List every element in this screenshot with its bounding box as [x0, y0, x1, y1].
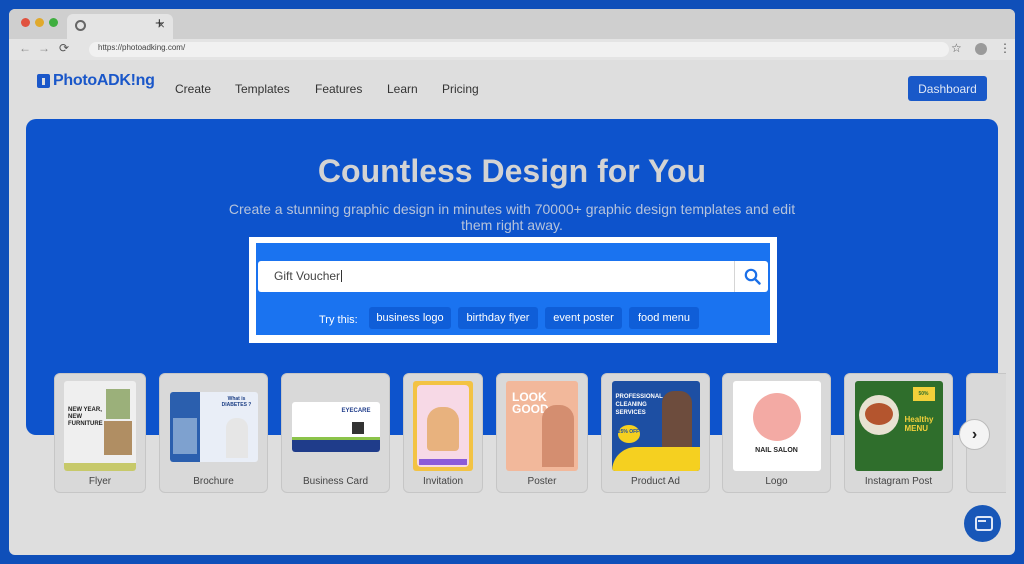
category-label-flyer: Flyer: [88, 476, 112, 487]
category-card-invitation[interactable]: Invitation: [403, 373, 483, 493]
carousel-next-arrow-icon[interactable]: ›: [959, 419, 990, 450]
search-highlight-frame: Gift Voucher Try this: business logo bir…: [249, 237, 777, 343]
category-label-brochure: Brochure: [193, 476, 234, 487]
invitation-thumbnail: [413, 381, 473, 471]
category-card-brochure[interactable]: What is DIABETES ? Brochure: [159, 373, 268, 493]
category-card-business-card[interactable]: EYECARE Business Card: [281, 373, 390, 493]
url-text: https://photoadking.com/: [98, 43, 186, 52]
text-caret: [341, 270, 343, 282]
product-ad-thumb-text: PROFESSIONAL CLEANING SERVICES: [615, 394, 663, 416]
address-bar[interactable]: https://photoadking.com/: [89, 42, 949, 57]
poster-thumbnail: LOOK GOOD: [506, 381, 578, 471]
profile-avatar-icon[interactable]: [975, 43, 987, 55]
brochure-thumb-text: What is DIABETES ?: [221, 396, 252, 408]
nav-pricing[interactable]: Pricing: [442, 82, 479, 96]
category-label-business-card: Business Card: [302, 476, 369, 487]
instagram-badge: 50%: [912, 387, 935, 401]
close-window-dot[interactable]: [21, 18, 30, 27]
nav-learn[interactable]: Learn: [387, 82, 418, 96]
instagram-post-thumbnail: Healthy MENU 50%: [854, 381, 943, 471]
logo-text: PhotoADK!ng: [53, 72, 155, 89]
hero-subtitle: Create a stunning graphic design in minu…: [228, 201, 796, 233]
category-label-logo: Logo: [765, 476, 788, 487]
business-card-thumb-text: EYECARE: [341, 408, 371, 414]
nav-templates[interactable]: Templates: [235, 82, 290, 96]
search-button[interactable]: [734, 261, 768, 292]
browser-window: × + ← → ⟳ https://photoadking.com/ ☆ ⋮ P…: [9, 9, 1015, 555]
product-ad-thumbnail: PROFESSIONAL CLEANING SERVICES 25% OFF: [611, 381, 700, 471]
tab-strip: × +: [9, 9, 1015, 39]
category-card-flyer[interactable]: NEW YEAR, NEW FURNITURE Flyer: [54, 373, 146, 493]
category-label-invitation: Invitation: [422, 476, 464, 487]
chat-support-icon[interactable]: [964, 505, 1001, 542]
site-logo[interactable]: PhotoADK!ng: [37, 71, 155, 91]
minimize-window-dot[interactable]: [35, 18, 44, 27]
browser-menu-icon[interactable]: ⋮: [999, 41, 1011, 55]
nav-create[interactable]: Create: [175, 82, 211, 96]
logo-mark-icon: [37, 74, 50, 88]
address-toolbar: ← → ⟳ https://photoadking.com/ ☆ ⋮: [9, 39, 1015, 60]
reload-icon[interactable]: ⟳: [59, 41, 69, 55]
business-card-thumbnail: EYECARE: [291, 402, 380, 452]
site-header: PhotoADK!ng Create Templates Features Le…: [9, 60, 1015, 110]
brochure-thumbnail: What is DIABETES ?: [169, 392, 258, 462]
suggestion-chip-food-menu[interactable]: food menu: [629, 307, 699, 329]
logo-thumbnail: NAIL SALON: [732, 381, 821, 471]
hero-title: Countless Design for You: [317, 153, 707, 189]
category-label-instagram-post: Instagram Post: [864, 476, 933, 487]
suggestion-chip-birthday-flyer[interactable]: birthday flyer: [458, 307, 538, 329]
flyer-thumb-text: NEW YEAR, NEW FURNITURE: [68, 407, 103, 427]
category-label-poster: Poster: [527, 476, 557, 487]
category-card-product-ad[interactable]: PROFESSIONAL CLEANING SERVICES 25% OFF P…: [601, 373, 710, 493]
back-arrow-icon[interactable]: ←: [19, 41, 31, 55]
bookmark-star-icon[interactable]: ☆: [951, 41, 962, 55]
try-this-label: Try this:: [319, 314, 358, 326]
logo-thumb-text: NAIL SALON: [755, 447, 798, 454]
flyer-thumbnail: NEW YEAR, NEW FURNITURE: [64, 381, 136, 471]
category-card-poster[interactable]: LOOK GOOD Poster: [496, 373, 588, 493]
suggestion-chip-business-logo[interactable]: business logo: [369, 307, 451, 329]
forward-arrow-icon[interactable]: →: [38, 41, 50, 55]
search-input-value: Gift Voucher: [274, 269, 341, 283]
instagram-thumb-text: Healthy MENU: [904, 415, 934, 433]
maximize-window-dot[interactable]: [49, 18, 58, 27]
category-label-product-ad: Product Ad: [631, 476, 680, 487]
dashboard-button[interactable]: Dashboard: [908, 76, 987, 101]
search-icon: [744, 268, 761, 285]
suggestion-chip-event-poster[interactable]: event poster: [545, 307, 622, 329]
search-panel: Gift Voucher Try this: business logo bir…: [256, 243, 770, 335]
product-ad-badge: 25% OFF: [617, 425, 640, 443]
new-tab-icon[interactable]: +: [155, 15, 164, 32]
nav-features[interactable]: Features: [315, 82, 362, 96]
category-card-logo[interactable]: NAIL SALON Logo: [722, 373, 831, 493]
globe-icon: [75, 20, 86, 31]
search-input[interactable]: Gift Voucher: [258, 261, 768, 292]
category-card-instagram-post[interactable]: Healthy MENU 50% Instagram Post: [844, 373, 953, 493]
